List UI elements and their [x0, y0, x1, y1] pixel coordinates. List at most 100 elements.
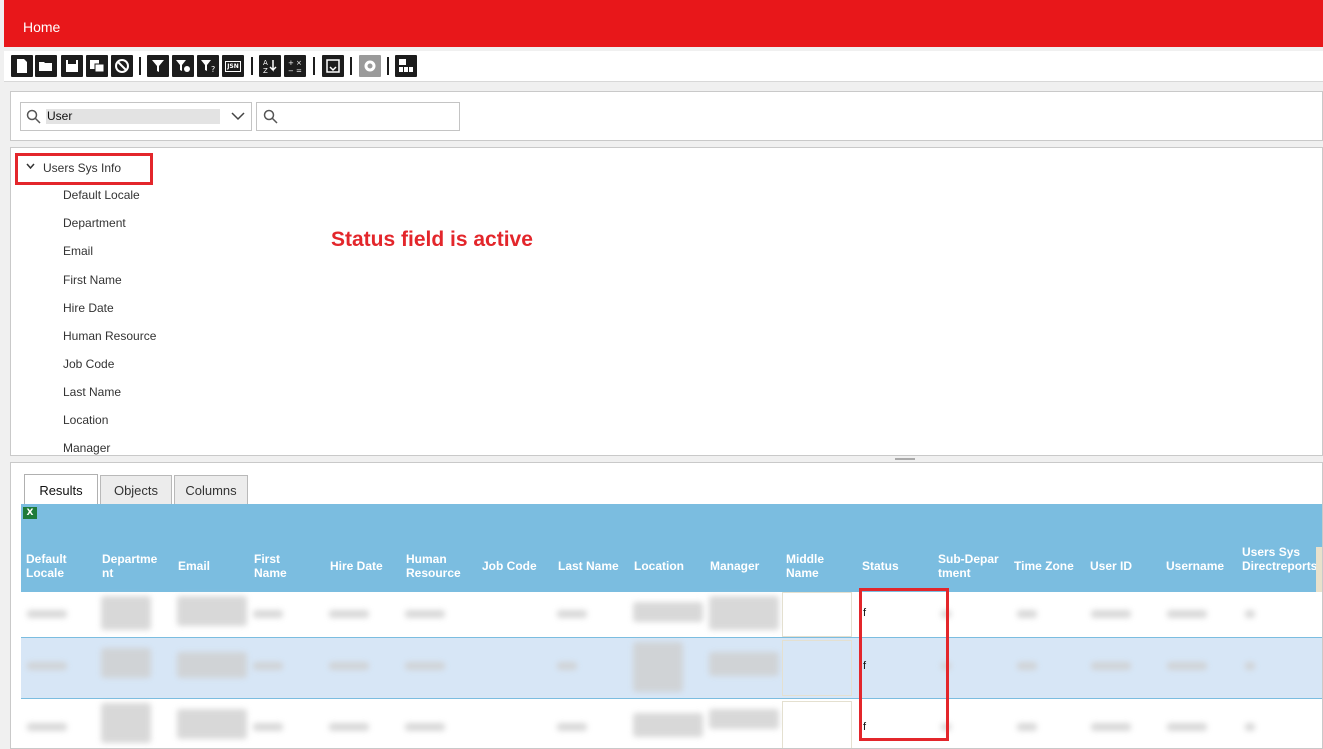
chevron-down-icon[interactable] — [231, 112, 245, 121]
settings-icon[interactable] — [359, 55, 381, 77]
column-header-last-name[interactable]: Last Name — [558, 559, 619, 573]
blurred-cell — [1245, 610, 1255, 618]
tree-item[interactable]: Location — [63, 413, 108, 427]
tree-item[interactable]: Job Code — [63, 357, 114, 371]
column-header-users-sys-directreports[interactable]: Users Sys Directreports — [1242, 545, 1318, 573]
scrollbar-corner — [1316, 547, 1322, 592]
column-header-default-locale[interactable]: Default Locale — [26, 552, 67, 580]
sort-icon[interactable]: AZ — [259, 55, 281, 77]
blurred-cell — [253, 610, 283, 618]
column-header-middle-name[interactable]: Middle Name — [786, 552, 824, 580]
column-header-job-code[interactable]: Job Code — [482, 559, 537, 573]
tree-item[interactable]: First Name — [63, 273, 122, 287]
tree-item[interactable]: Manager — [63, 441, 110, 455]
svg-text:+: + — [288, 59, 294, 67]
blurred-cell — [1017, 610, 1037, 618]
header-line: Hire Date — [330, 559, 383, 573]
header-line: Status — [862, 559, 899, 573]
blurred-cell — [1245, 723, 1255, 731]
refresh-icon[interactable] — [322, 55, 344, 77]
panel-splitter[interactable] — [895, 458, 915, 460]
blurred-cell — [1017, 662, 1037, 670]
blurred-cell — [557, 610, 587, 618]
tree-item[interactable]: Email — [63, 244, 93, 258]
blurred-cell — [329, 723, 369, 731]
object-selector-value: User — [46, 109, 220, 124]
table-row[interactable]: f — [21, 638, 1322, 698]
open-icon[interactable] — [35, 55, 57, 77]
column-header-status[interactable]: Status — [862, 559, 899, 573]
annotation-text: Status field is active — [331, 228, 533, 251]
toolbar-separator — [350, 57, 352, 75]
column-header-manager[interactable]: Manager — [710, 559, 759, 573]
save-as-icon[interactable] — [86, 55, 108, 77]
table-row[interactable]: f — [21, 592, 1322, 637]
header-line: Username — [1166, 559, 1225, 573]
filter-help-icon[interactable]: ? — [197, 55, 219, 77]
json-icon[interactable]: JSN — [222, 55, 244, 77]
object-selector[interactable]: User — [20, 102, 252, 131]
filter-icon[interactable] — [147, 55, 169, 77]
header-line: Middle — [786, 552, 824, 566]
tree-item[interactable]: Last Name — [63, 385, 121, 399]
cancel-icon[interactable] — [111, 55, 133, 77]
svg-text:A: A — [263, 59, 268, 67]
middle-name-cell — [782, 592, 852, 637]
field-tree-panel: Users Sys Info Default Locale Department… — [10, 147, 1323, 456]
table-row[interactable]: f — [21, 699, 1322, 748]
status-column-highlight — [859, 588, 949, 741]
blurred-cell — [1167, 610, 1207, 618]
blurred-cell — [101, 596, 151, 630]
column-header-department[interactable]: Departme nt — [102, 552, 157, 580]
column-header-sub-department[interactable]: Sub-Depar tment — [938, 552, 999, 580]
header-line: Default — [26, 552, 67, 566]
blurred-cell — [633, 642, 683, 692]
header-line: Manager — [710, 559, 760, 573]
blurred-cell — [709, 596, 779, 630]
home-link[interactable]: Home — [23, 19, 60, 35]
tree-item[interactable]: Department — [63, 216, 126, 230]
filter-settings-icon[interactable] — [172, 55, 194, 77]
header-line: Departme — [102, 552, 158, 566]
save-icon[interactable] — [61, 55, 83, 77]
blurred-cell — [557, 662, 577, 670]
tree-root-users-sys-info[interactable]: Users Sys Info — [15, 153, 153, 185]
tab-objects[interactable]: Objects — [100, 475, 172, 505]
column-header-human-resource[interactable]: Human Resource — [406, 552, 461, 580]
column-header-email[interactable]: Email — [178, 559, 210, 573]
blurred-cell — [27, 723, 67, 731]
tab-columns[interactable]: Columns — [174, 475, 248, 505]
column-header-user-id[interactable]: User ID — [1090, 559, 1132, 573]
column-header-hire-date[interactable]: Hire Date — [330, 559, 383, 573]
tree-item[interactable]: Hire Date — [63, 301, 114, 315]
new-icon[interactable] — [11, 55, 33, 77]
json-icon-label: JSN — [225, 60, 241, 72]
search-input[interactable] — [256, 102, 460, 131]
toolbar: ? JSN AZ + × − = — [4, 51, 1323, 82]
formula-icon[interactable]: + × − = — [284, 55, 306, 77]
results-grid: X Default Locale Departme nt Email First Na… — [21, 504, 1322, 748]
header-line: Directreports — [1242, 559, 1318, 573]
chevron-down-icon[interactable] — [26, 160, 35, 173]
svg-text:−: − — [288, 67, 294, 74]
column-header-time-zone[interactable]: Time Zone — [1014, 559, 1074, 573]
svg-text:Z: Z — [263, 67, 268, 74]
blurred-cell — [253, 723, 283, 731]
column-header-location[interactable]: Location — [634, 559, 684, 573]
column-header-username[interactable]: Username — [1166, 559, 1224, 573]
middle-name-cell — [782, 640, 852, 696]
report-icon[interactable] — [395, 55, 417, 77]
tab-results[interactable]: Results — [24, 474, 98, 505]
blurred-cell — [27, 662, 67, 670]
header-line: Job Code — [482, 559, 537, 573]
blurred-cell — [1091, 662, 1131, 670]
tree-item[interactable]: Human Resource — [63, 329, 156, 343]
header-line: Users Sys — [1242, 545, 1301, 559]
results-panel: Results Objects Columns X Default Locale … — [10, 462, 1323, 749]
tree-item[interactable]: Default Locale — [63, 188, 140, 202]
header-line: Locale — [26, 566, 65, 580]
toolbar-separator — [313, 57, 315, 75]
column-header-first-name[interactable]: First Name — [254, 552, 287, 580]
search-icon — [26, 109, 41, 124]
excel-export-icon[interactable]: X — [23, 507, 37, 519]
